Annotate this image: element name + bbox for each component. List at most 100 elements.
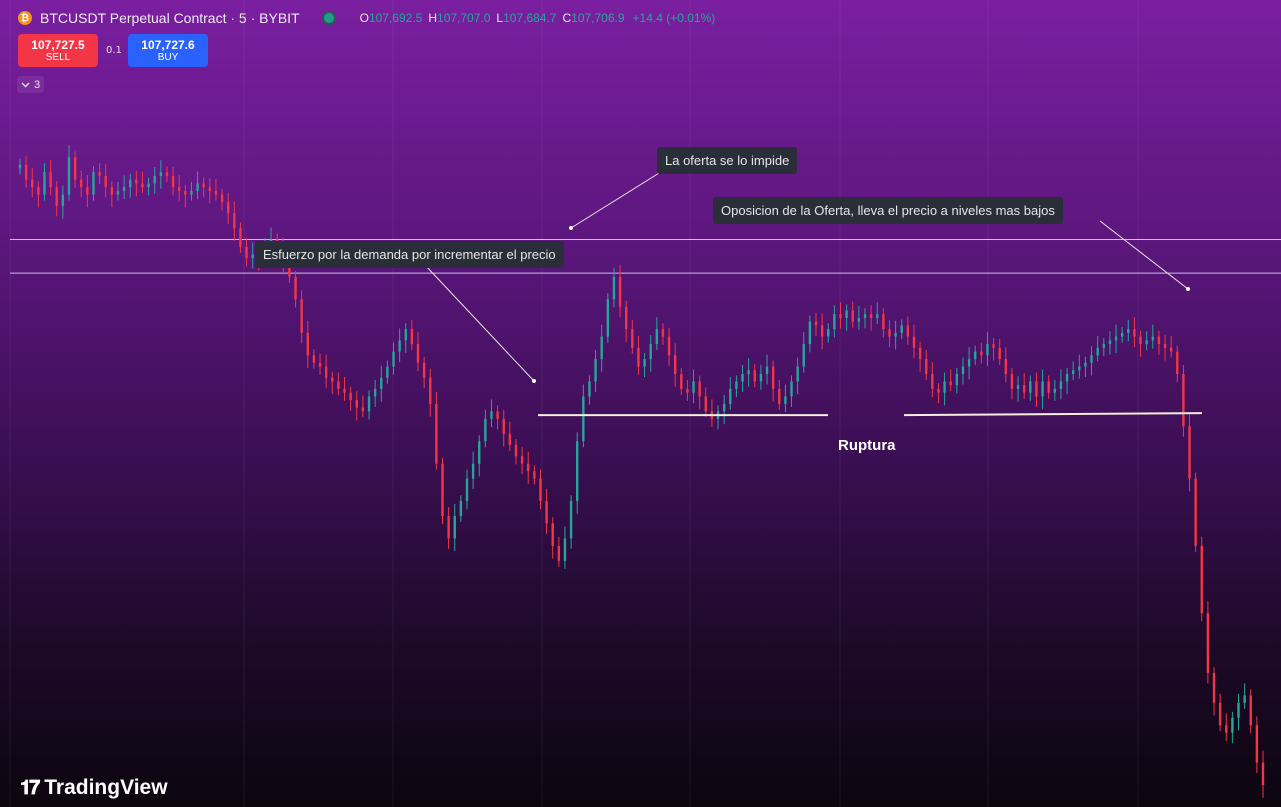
- candle: [576, 432, 579, 514]
- candle: [594, 350, 597, 392]
- candle: [527, 451, 530, 484]
- candle: [1206, 601, 1210, 684]
- candle: [741, 365, 744, 392]
- candle: [894, 320, 897, 350]
- candle: [771, 360, 775, 402]
- candle: [998, 338, 1001, 366]
- candle: [637, 335, 640, 375]
- candle: [331, 371, 334, 395]
- pointer-supply-stops-anchor: [569, 226, 573, 230]
- candle: [551, 517, 554, 559]
- annotation-demand-effort[interactable]: Esfuerzo por la demanda por incrementar …: [255, 241, 564, 268]
- buy-button[interactable]: 107,727.6 BUY: [128, 34, 208, 67]
- candle: [680, 368, 683, 395]
- buy-label: BUY: [157, 51, 179, 63]
- candle: [790, 375, 793, 407]
- candle: [159, 160, 163, 189]
- candle: [49, 160, 52, 196]
- candle: [31, 167, 34, 198]
- candle: [514, 439, 518, 465]
- change-value: +14.4 (+0.01%): [632, 11, 716, 25]
- pointer-demand-effort-anchor: [532, 379, 536, 383]
- candle: [447, 507, 450, 549]
- low-value: 107,684.7: [503, 11, 557, 25]
- candle: [233, 201, 236, 241]
- candle: [184, 184, 187, 208]
- candle: [814, 312, 818, 336]
- symbol-title[interactable]: BTCUSDT Perpetual Contract · 5 · BYBIT: [40, 10, 300, 26]
- candle: [110, 181, 114, 208]
- pointer-supply-opposition: [1099, 220, 1189, 290]
- candle: [471, 451, 475, 490]
- chart-header: ₿ BTCUSDT Perpetual Contract · 5 · BYBIT…: [18, 8, 715, 28]
- candle: [116, 181, 120, 201]
- candle: [753, 364, 756, 388]
- candle: [190, 181, 193, 201]
- candle: [226, 193, 230, 224]
- candle: [851, 301, 854, 328]
- candle: [1114, 324, 1118, 354]
- rupture-line-right[interactable]: [903, 412, 1203, 417]
- candle: [1102, 338, 1105, 357]
- candle: [1016, 376, 1020, 402]
- candle: [612, 267, 616, 308]
- candle: [1176, 345, 1179, 383]
- candle: [673, 343, 677, 387]
- candle: [422, 356, 426, 389]
- candle: [1133, 317, 1136, 348]
- candle: [1041, 369, 1044, 410]
- candle: [312, 349, 316, 369]
- candle: [122, 175, 126, 200]
- candle: [900, 319, 903, 339]
- rupture-label[interactable]: Ruptura: [832, 437, 902, 455]
- candle: [992, 338, 995, 361]
- candle: [1218, 693, 1222, 732]
- sell-button[interactable]: 107,727.5 SELL: [18, 34, 98, 67]
- candle: [827, 323, 830, 343]
- candle: [171, 166, 175, 196]
- annotation-supply-opposition[interactable]: Oposicion de la Oferta, lleva el precio …: [713, 197, 1063, 224]
- candle: [520, 447, 524, 475]
- pointer-supply-opposition-anchor: [1186, 287, 1190, 291]
- candle: [135, 170, 138, 197]
- candle: [502, 409, 505, 447]
- candle: [820, 313, 824, 350]
- candle: [1194, 472, 1197, 552]
- indicators-count: 3: [34, 78, 41, 91]
- price-chart[interactable]: [0, 0, 1281, 807]
- candle: [710, 399, 714, 428]
- candle: [667, 327, 671, 366]
- tradingview-logo: 𝟏𝟕 TradingView: [20, 776, 168, 800]
- candle: [1010, 368, 1014, 400]
- annotation-supply-stops[interactable]: La oferta se lo impide: [657, 147, 798, 174]
- candle: [80, 170, 83, 198]
- candle: [1108, 331, 1112, 355]
- candle: [490, 399, 493, 428]
- candle: [86, 175, 89, 208]
- candle: [845, 304, 848, 331]
- candle: [588, 375, 591, 405]
- spread-value: 0.1: [106, 45, 122, 56]
- candle: [943, 372, 946, 406]
- sell-price: 107,727.5: [31, 37, 85, 52]
- candle: [1212, 666, 1216, 716]
- candle: [1084, 356, 1087, 377]
- indicators-toggle[interactable]: 3: [17, 76, 45, 93]
- candle: [300, 290, 303, 344]
- candle: [778, 379, 781, 410]
- candle: [729, 376, 732, 410]
- candle: [563, 526, 567, 570]
- close-value: 107,706.9: [571, 11, 625, 25]
- candle: [1182, 365, 1185, 437]
- buy-price: 107,727.6: [141, 37, 195, 52]
- chevron-down-icon: [21, 82, 30, 87]
- candle: [349, 386, 352, 411]
- candle: [337, 372, 340, 395]
- candle: [925, 350, 928, 380]
- candle: [967, 347, 971, 380]
- candle: [202, 177, 205, 198]
- candle: [704, 387, 707, 418]
- candle: [1157, 330, 1161, 355]
- candle: [361, 395, 365, 418]
- candle: [1047, 375, 1050, 399]
